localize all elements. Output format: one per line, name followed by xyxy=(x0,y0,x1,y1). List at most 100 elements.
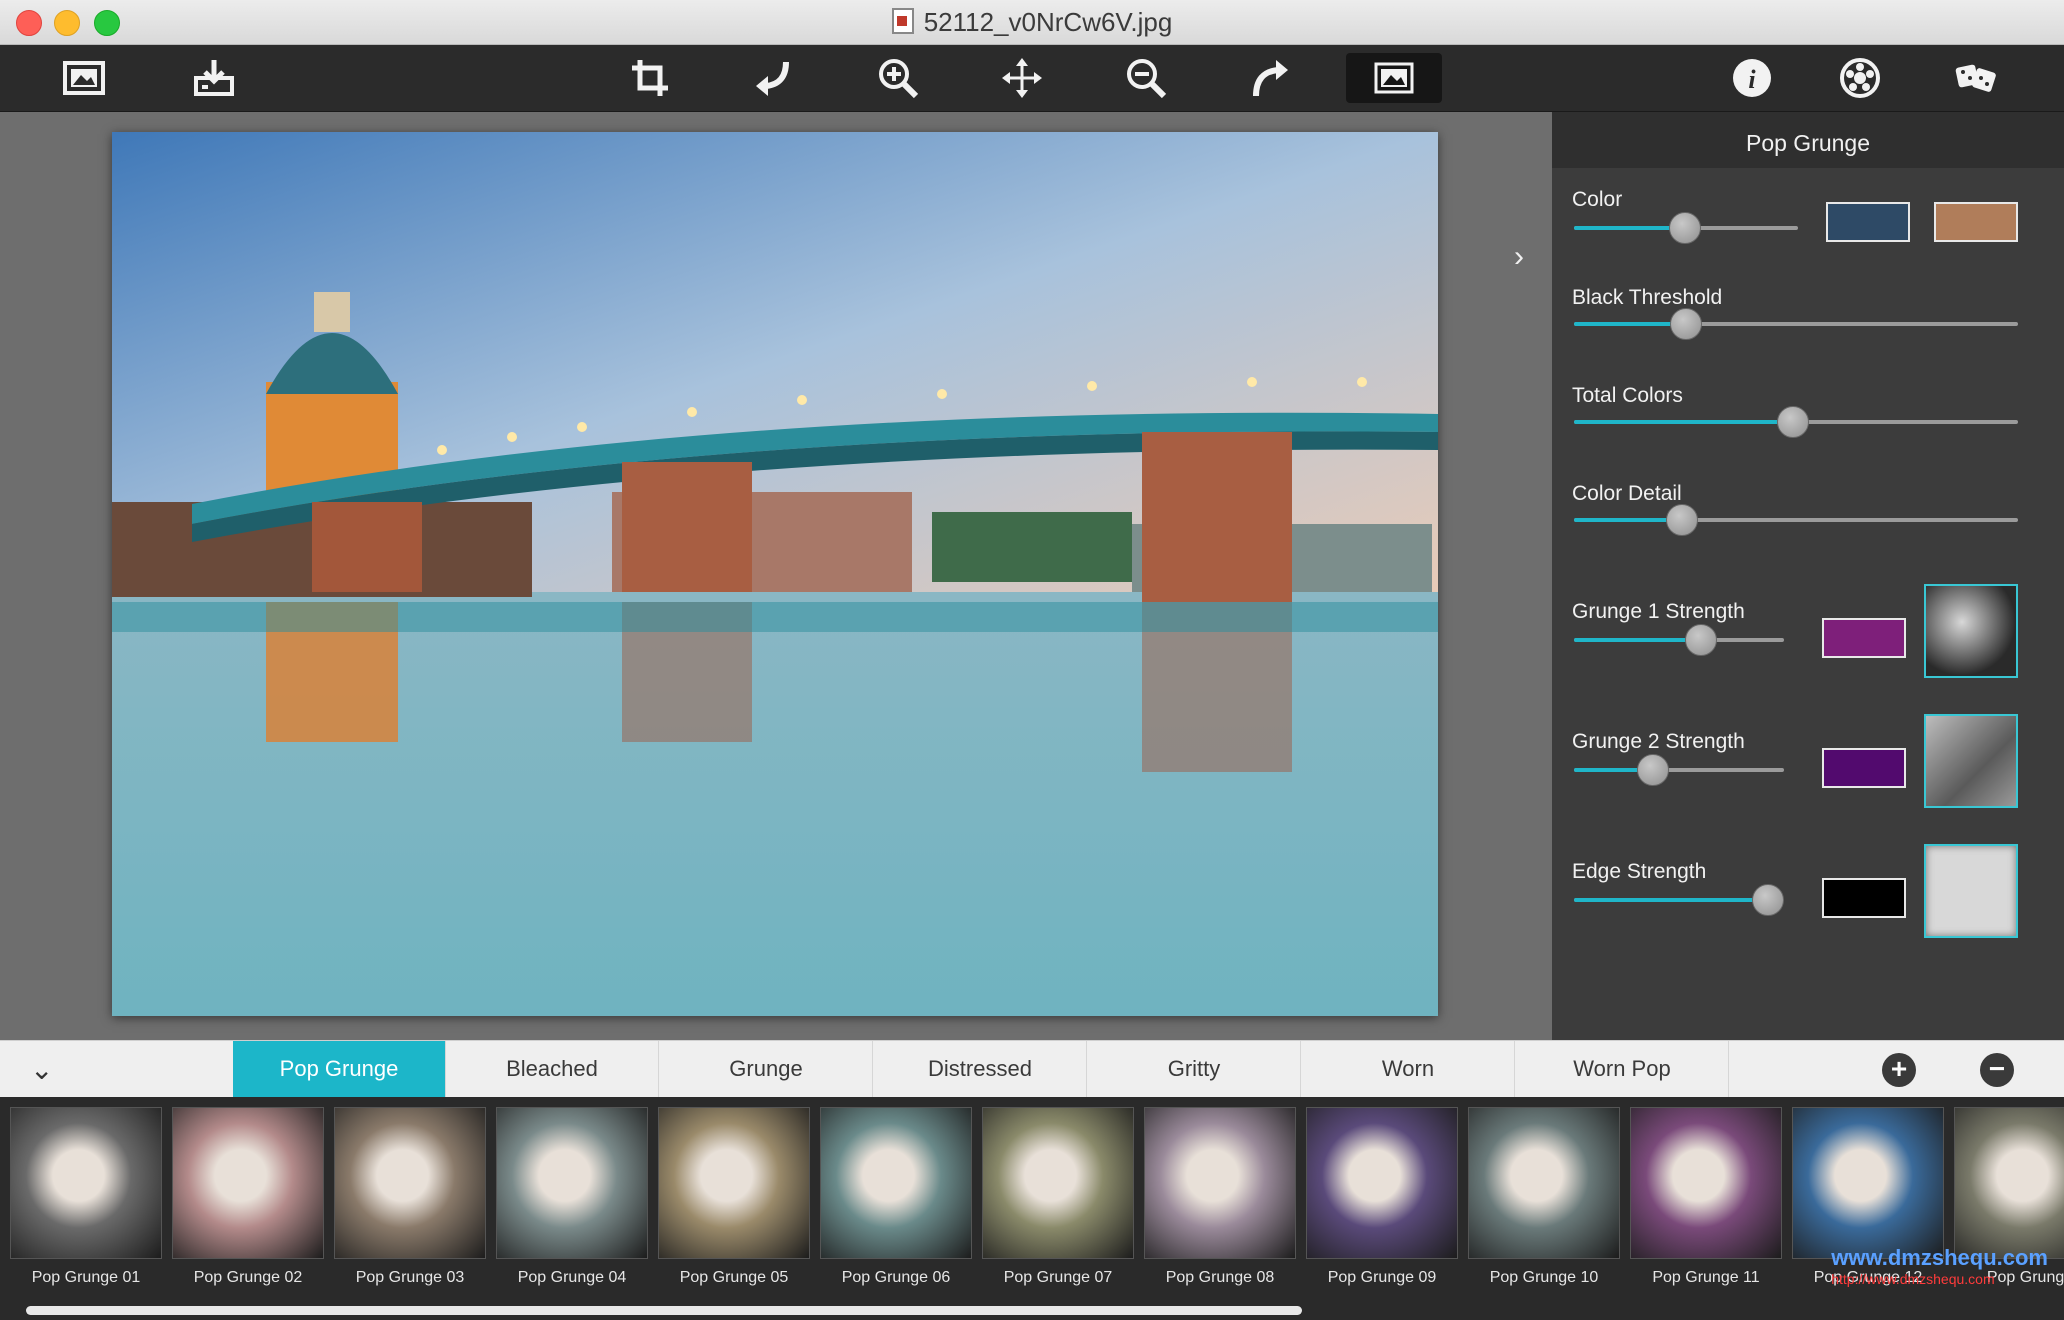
grunge-1-texture[interactable] xyxy=(1924,584,2018,678)
watermark-text: www.dmzshequ.com xyxy=(1831,1245,2048,1270)
total-colors-control: Total Colors xyxy=(1572,384,2042,438)
preset-thumbnail xyxy=(1954,1107,2064,1259)
watermark-url: http://www.dmzshequ.com xyxy=(1831,1271,1995,1287)
slider-knob[interactable] xyxy=(1665,504,1698,536)
settings-button[interactable] xyxy=(1830,53,1890,103)
black-threshold-control: Black Threshold xyxy=(1572,286,2042,340)
color-detail-slider[interactable] xyxy=(1574,504,2018,536)
tab-worn[interactable]: Worn xyxy=(1302,1041,1515,1097)
preset-item[interactable]: Pop Grunge 10 xyxy=(1468,1107,1620,1297)
preset-item[interactable]: Pop Grunge 08 xyxy=(1144,1107,1296,1297)
black-threshold-slider[interactable] xyxy=(1574,308,2018,340)
redo-icon xyxy=(1253,60,1288,97)
preset-item[interactable]: Pop Grunge 04 xyxy=(496,1107,648,1297)
preset-thumbnail xyxy=(172,1107,324,1259)
tab-worn-pop[interactable]: Worn Pop xyxy=(1516,1041,1729,1097)
slider-knob[interactable] xyxy=(1670,308,1702,340)
grunge-2-texture[interactable] xyxy=(1924,714,2018,808)
edited-photo[interactable] xyxy=(112,132,1438,1016)
tab-distressed[interactable]: Distressed xyxy=(874,1041,1087,1097)
compare-image-button[interactable] xyxy=(1346,53,1442,103)
grunge-1-strength-slider[interactable] xyxy=(1574,624,1784,656)
tab-pop-grunge[interactable]: Pop Grunge xyxy=(233,1041,446,1097)
preset-item[interactable]: Pop Grunge 01 xyxy=(10,1107,162,1297)
crop-button[interactable] xyxy=(620,53,680,103)
slider-knob[interactable] xyxy=(1752,884,1785,916)
edge-color-swatch[interactable] xyxy=(1822,878,1906,918)
preset-label: Pop Grunge 04 xyxy=(517,1269,627,1286)
grunge-2-strength-slider[interactable] xyxy=(1574,754,1784,786)
info-button[interactable]: i xyxy=(1722,53,1782,103)
chevron-down-icon[interactable]: ⌄ xyxy=(30,1053,53,1086)
preset-thumbnail xyxy=(1306,1107,1458,1259)
grunge-2-strength-control: Grunge 2 Strength xyxy=(1572,714,2042,808)
category-bar: ⌄ Pop Grunge Bleached Grunge Distressed … xyxy=(0,1040,2064,1098)
zoom-out-button[interactable] xyxy=(1116,53,1176,103)
preset-thumbnail xyxy=(658,1107,810,1259)
slider-knob[interactable] xyxy=(1668,212,1701,244)
preset-thumbnail xyxy=(820,1107,972,1259)
preset-item[interactable]: Pop Grunge 11 xyxy=(1630,1107,1782,1297)
color-detail-label: Color Detail xyxy=(1572,482,1682,505)
edge-strength-slider[interactable] xyxy=(1574,884,1785,916)
zoom-in-button[interactable] xyxy=(868,53,928,103)
window-title: 52112_v0NrCw6V.jpg xyxy=(923,7,1173,37)
tab-gritty[interactable]: Gritty xyxy=(1088,1041,1301,1097)
save-image-icon xyxy=(194,60,234,96)
undo-button[interactable] xyxy=(744,53,804,103)
compare-image-icon xyxy=(1374,62,1414,94)
add-preset-button[interactable]: + xyxy=(1882,1053,1916,1087)
grunge-2-color-swatch[interactable] xyxy=(1822,748,1906,788)
color-swatch-light[interactable] xyxy=(1934,202,2018,242)
slider-fill xyxy=(1574,420,1792,424)
tab-bleached[interactable]: Bleached xyxy=(446,1041,659,1097)
panel-title: Pop Grunge xyxy=(1552,112,2064,168)
color-swatch-dark[interactable] xyxy=(1826,202,1910,242)
window-title-area: 52112_v0NrCw6V.jpg xyxy=(0,7,2064,38)
total-colors-slider[interactable] xyxy=(1574,406,2018,438)
grunge-1-strength-control: Grunge 1 Strength xyxy=(1572,584,2042,678)
preset-thumbnail xyxy=(334,1107,486,1259)
preset-thumbnail xyxy=(1630,1107,1782,1259)
preset-label: Pop Grunge 09 xyxy=(1327,1269,1437,1286)
preset-item[interactable]: Pop Grunge 07 xyxy=(982,1107,1134,1297)
dice-random-button[interactable] xyxy=(1946,53,2006,103)
zoom-out-icon xyxy=(1127,59,1167,99)
preset-item[interactable]: Pop Grunge 09 xyxy=(1306,1107,1458,1297)
pan-button[interactable] xyxy=(992,53,1052,103)
preset-thumbnail xyxy=(982,1107,1134,1259)
collapse-panel-chevron-icon[interactable]: › xyxy=(1514,240,1524,274)
open-image-button[interactable] xyxy=(54,53,114,103)
remove-preset-button[interactable]: − xyxy=(1980,1053,2014,1087)
preset-item[interactable]: Pop Grunge 03 xyxy=(334,1107,486,1297)
dice-random-icon xyxy=(1955,64,1996,92)
preset-label: Pop Grunge 05 xyxy=(679,1269,789,1286)
redo-button[interactable] xyxy=(1240,53,1300,103)
color-detail-control: Color Detail xyxy=(1572,482,2042,536)
preset-item[interactable]: Pop Grunge 05 xyxy=(658,1107,810,1297)
photo-image xyxy=(112,132,1438,1016)
preset-label: Pop Grunge 02 xyxy=(193,1269,303,1286)
preset-thumbnail xyxy=(1468,1107,1620,1259)
undo-icon xyxy=(756,61,789,96)
adjustment-panel: Pop Grunge Color Black Threshold Total C… xyxy=(1552,112,2064,1040)
slider-knob[interactable] xyxy=(1685,624,1717,656)
edge-texture[interactable] xyxy=(1924,844,2018,938)
toolbar: i xyxy=(0,45,2064,112)
preset-thumbnail xyxy=(496,1107,648,1259)
slider-fill xyxy=(1574,322,1685,326)
slider-fill xyxy=(1574,638,1700,642)
settings-icon xyxy=(1840,58,1880,98)
preset-item[interactable]: Pop Grunge 06 xyxy=(820,1107,972,1297)
grunge-1-color-swatch[interactable] xyxy=(1822,618,1906,658)
slider-knob[interactable] xyxy=(1636,754,1669,786)
title-bar: 52112_v0NrCw6V.jpg xyxy=(0,0,2064,45)
preset-item[interactable]: Pop Grunge 02 xyxy=(172,1107,324,1297)
preset-label: Pop Grunge 11 xyxy=(1652,1269,1760,1286)
preset-label: Pop Grunge 06 xyxy=(841,1269,951,1286)
color-slider[interactable] xyxy=(1574,212,1798,244)
save-image-button[interactable] xyxy=(184,53,244,103)
preset-scrollbar[interactable] xyxy=(26,1306,1302,1315)
slider-knob[interactable] xyxy=(1776,406,1809,438)
tab-grunge[interactable]: Grunge xyxy=(660,1041,873,1097)
